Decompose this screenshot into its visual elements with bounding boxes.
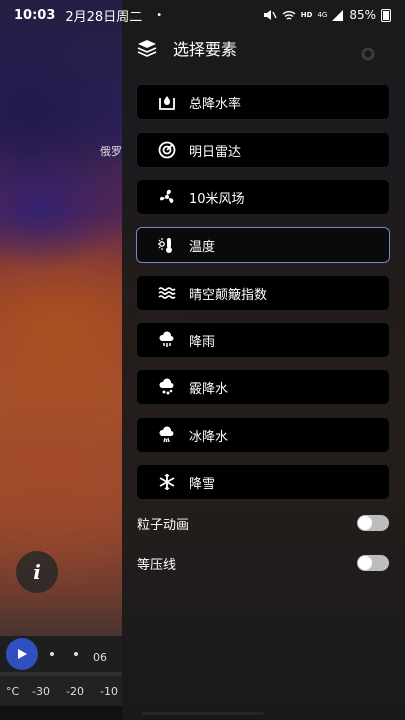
signal-gen-label: 4G	[317, 11, 328, 19]
element-item-label: 温度	[189, 239, 216, 255]
battery-percent: 85%	[349, 8, 376, 22]
layers-icon	[137, 40, 157, 57]
toggle-row-particles: 粒子动画	[137, 511, 389, 535]
element-item-label: 降雨	[189, 334, 216, 350]
scale-tick: -10	[100, 685, 118, 698]
status-date: 2月28日周二	[65, 9, 143, 25]
scale-tick: -20	[66, 685, 84, 698]
element-item-radar[interactable]: 明日雷达	[136, 132, 390, 168]
element-item-graupel[interactable]: 霰降水	[136, 369, 390, 405]
scale-tick: -30	[32, 685, 50, 698]
wifi-icon	[282, 10, 296, 20]
toggle-label: 粒子动画	[137, 517, 190, 533]
status-bar: 10:03 2月28日周二 • HD 4G 85%	[0, 0, 405, 30]
thermometer-icon	[157, 235, 177, 255]
rain-cloud-icon	[157, 330, 177, 350]
mute-icon	[263, 10, 277, 20]
element-item-turbulence[interactable]: 晴空颠簸指数	[136, 275, 390, 311]
element-item-temperature[interactable]: 温度	[136, 227, 390, 263]
waves-icon	[157, 283, 177, 303]
timeline-tick	[50, 652, 54, 656]
settings-icon	[361, 47, 375, 61]
element-item-label: 晴空颠簸指数	[189, 287, 268, 303]
toggle-label: 等压线	[137, 557, 177, 573]
element-item-label: 总降水率	[189, 96, 242, 112]
timeline-tick	[74, 652, 78, 656]
drawer-title: 选择要素	[173, 40, 238, 59]
element-item-rain[interactable]: 降雨	[136, 322, 390, 358]
element-item-ice[interactable]: 冰降水	[136, 417, 390, 453]
element-item-label: 明日雷达	[189, 144, 242, 160]
hd-badge: HD	[300, 11, 313, 19]
status-time: 10:03	[14, 7, 56, 23]
play-icon	[18, 649, 27, 659]
snowflake-icon	[157, 472, 177, 492]
notification-dot: •	[156, 9, 163, 21]
isobar-toggle[interactable]	[357, 555, 389, 571]
signal-icon	[332, 9, 344, 21]
ice-cloud-icon	[157, 425, 177, 445]
scale-unit: °C	[6, 685, 20, 698]
info-button[interactable]: i	[16, 551, 58, 593]
radar-icon	[157, 140, 177, 160]
graupel-icon	[157, 377, 177, 397]
map-place-label: 俄罗	[100, 145, 122, 158]
element-item-label: 降雪	[189, 476, 216, 492]
element-item-label: 霰降水	[189, 381, 229, 397]
battery-icon	[381, 8, 391, 22]
precip-total-icon	[157, 92, 177, 112]
element-item-total-precip[interactable]: 总降水率	[136, 84, 390, 120]
particle-animation-toggle[interactable]	[357, 515, 389, 531]
play-button[interactable]	[6, 638, 38, 670]
toggle-row-isobars: 等压线	[137, 551, 389, 575]
element-item-snow[interactable]: 降雪	[136, 464, 390, 500]
timeline-hour: 06	[93, 651, 107, 664]
element-item-wind[interactable]: 10米风场	[136, 179, 390, 215]
element-item-label: 10米风场	[189, 191, 245, 207]
drawer-header: 选择要素	[137, 36, 237, 60]
fan-icon	[157, 187, 177, 207]
element-item-label: 冰降水	[189, 429, 229, 445]
